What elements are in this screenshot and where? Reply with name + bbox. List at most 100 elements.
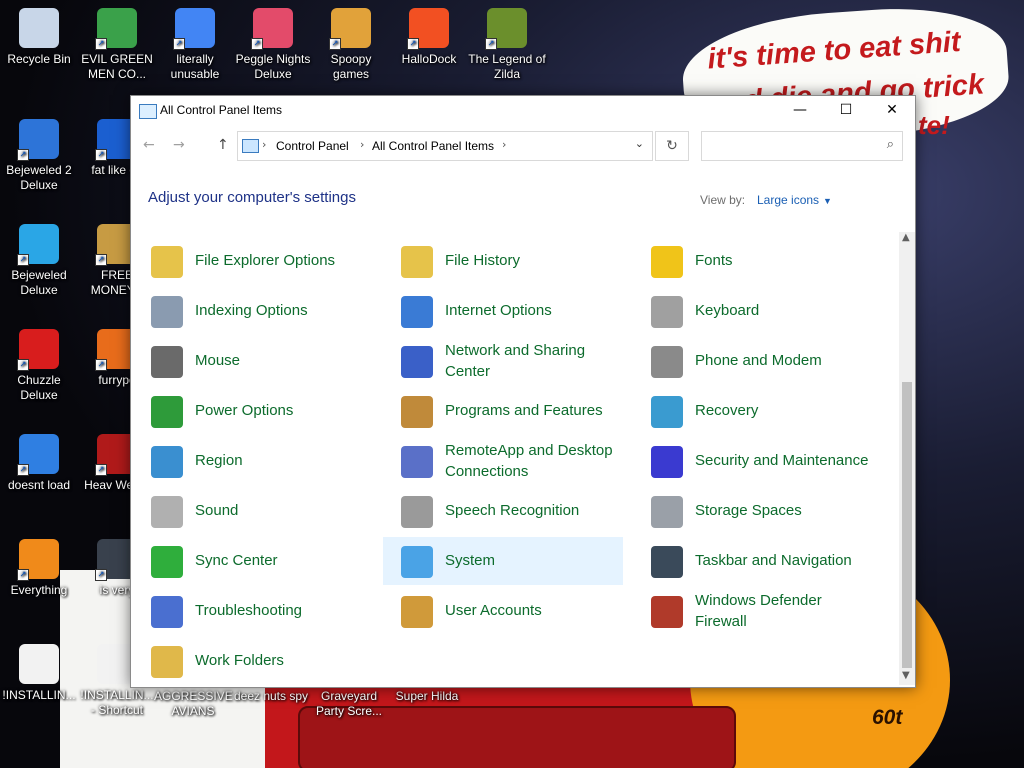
desktop-icon-label: doesnt load — [7, 478, 71, 492]
refresh-button[interactable]: ↻ — [655, 131, 689, 161]
control-panel-item[interactable]: Keyboard — [633, 287, 873, 335]
app-icon: ↗ — [485, 8, 527, 50]
control-panel-item[interactable]: Speech Recognition — [383, 487, 623, 535]
up-button[interactable]: ↑ — [217, 137, 229, 153]
breadcrumb-separator[interactable]: › — [262, 138, 266, 151]
control-panel-item[interactable]: Sound — [133, 487, 373, 535]
control-panel-item[interactable]: Security and Maintenance — [633, 437, 873, 485]
desktop-icon[interactable]: !INSTALLIN... — [0, 638, 78, 703]
control-panel-item[interactable]: Indexing Options — [133, 287, 373, 335]
desktop-icon[interactable]: ↗ Chuzzle Deluxe — [0, 323, 78, 403]
item-label: Recovery — [695, 402, 759, 419]
desktop-icon[interactable]: ↗ HalloDock — [390, 2, 468, 67]
desktop-label[interactable]: AGGRESSIVE AVIANS — [154, 689, 233, 719]
breadcrumb-separator[interactable]: › — [502, 138, 506, 151]
minimize-button[interactable]: — — [777, 96, 823, 126]
desktop-icon[interactable]: ↗ EVIL GREEN MEN CO... — [78, 2, 156, 82]
desktop-icon[interactable]: ↗ Spoopy games — [312, 2, 390, 82]
item-label: Mouse — [195, 352, 241, 369]
item-icon — [151, 546, 183, 578]
wallpaper-tag: 60t — [872, 706, 903, 729]
window-title: All Control Panel Items — [160, 103, 283, 117]
control-panel-item[interactable]: File Explorer Options — [133, 237, 373, 285]
address-dropdown-icon[interactable]: ⌄ — [635, 137, 644, 150]
control-panel-item[interactable]: Region — [133, 437, 373, 485]
shortcut-arrow-icon: ↗ — [95, 569, 107, 581]
control-panel-item[interactable]: Storage Spaces — [633, 487, 873, 535]
desktop-icon[interactable]: ↗ Bejeweled Deluxe — [0, 218, 78, 298]
shortcut-arrow-icon: ↗ — [17, 359, 29, 371]
forward-button[interactable]: → — [173, 137, 185, 153]
desktop-icon-label: Bejeweled Deluxe — [11, 268, 67, 297]
item-label: File History — [445, 252, 521, 269]
desktop-icon[interactable]: ↗ Bejeweled 2 Deluxe — [0, 113, 78, 193]
app-icon: ↗ — [17, 329, 59, 371]
title-bar[interactable]: All Control Panel Items — ☐ ✕ — [131, 96, 915, 126]
control-panel-item[interactable]: Phone and Modem — [633, 337, 873, 385]
desktop-icon[interactable]: Recycle Bin — [0, 2, 78, 67]
breadcrumb-all-items[interactable]: All Control Panel Items — [372, 139, 494, 153]
desktop-label[interactable]: deez nuts spy — [232, 689, 310, 704]
desktop-icon[interactable]: ↗ Peggle Nights Deluxe — [234, 2, 312, 82]
item-label: Storage Spaces — [695, 502, 802, 519]
desktop-icon[interactable]: ↗ doesnt load — [0, 428, 78, 493]
control-panel-item[interactable]: Taskbar and Navigation — [633, 537, 873, 585]
item-label: RemoteApp and Desktop Connections — [445, 442, 613, 480]
scroll-down-arrow[interactable]: ▼ — [902, 670, 910, 681]
item-label: File Explorer Options — [195, 252, 336, 269]
scroll-up-arrow[interactable]: ▲ — [902, 232, 910, 243]
scroll-thumb[interactable] — [902, 382, 912, 668]
control-panel-item[interactable]: Sync Center — [133, 537, 373, 585]
breadcrumb-control-panel[interactable]: Control Panel — [276, 139, 349, 153]
control-panel-item[interactable]: Power Options — [133, 387, 373, 435]
address-bar[interactable]: › Control Panel › All Control Panel Item… — [237, 131, 653, 161]
control-panel-item[interactable]: System — [383, 537, 623, 585]
maximize-button[interactable]: ☐ — [823, 96, 869, 126]
item-icon — [651, 346, 683, 378]
item-icon — [151, 496, 183, 528]
item-icon — [151, 346, 183, 378]
app-icon: ↗ — [17, 224, 59, 266]
control-panel-item[interactable]: Recovery — [633, 387, 873, 435]
back-button[interactable]: ← — [143, 137, 155, 153]
shortcut-arrow-icon: ↗ — [173, 38, 185, 50]
control-panel-item[interactable]: Programs and Features — [383, 387, 623, 435]
control-panel-item[interactable]: User Accounts — [383, 587, 623, 635]
item-label: Sound — [195, 502, 239, 519]
item-icon — [651, 546, 683, 578]
control-panel-item[interactable]: Internet Options — [383, 287, 623, 335]
desktop-icon-label: Spoopy games — [330, 52, 372, 81]
desktop-icon[interactable]: ↗ The Legend of Zilda — [468, 2, 546, 82]
close-button[interactable]: ✕ — [869, 96, 915, 126]
desktop-icon[interactable]: ↗ Everything — [0, 533, 78, 598]
app-icon: ↗ — [17, 119, 59, 161]
item-label: Phone and Modem — [695, 352, 822, 369]
breadcrumb-separator[interactable]: › — [360, 138, 364, 151]
control-panel-item[interactable]: Network and Sharing Center — [383, 337, 623, 385]
vertical-scrollbar[interactable]: ▲ ▼ — [899, 232, 915, 685]
control-panel-icon — [242, 139, 259, 153]
shortcut-arrow-icon: ↗ — [17, 149, 29, 161]
control-panel-item[interactable]: Windows Defender Firewall — [633, 587, 873, 635]
item-label: Keyboard — [695, 302, 760, 319]
item-icon — [651, 296, 683, 328]
item-icon — [401, 596, 433, 628]
desktop-label[interactable]: Super Hilda — [388, 689, 466, 704]
desktop-icon-label: literally unusable — [170, 52, 220, 81]
caret-down-icon: ▼ — [823, 196, 832, 206]
view-by-dropdown[interactable]: Large icons ▼ — [757, 193, 832, 207]
control-panel-item[interactable]: Work Folders — [133, 637, 373, 685]
shortcut-arrow-icon: ↗ — [95, 38, 107, 50]
control-panel-item[interactable]: File History — [383, 237, 623, 285]
search-input[interactable]: ⌕ — [701, 131, 903, 161]
control-panel-item[interactable]: RemoteApp and Desktop Connections — [383, 437, 623, 485]
control-panel-item[interactable]: Troubleshooting — [133, 587, 373, 635]
control-panel-item[interactable]: Fonts — [633, 237, 873, 285]
control-panel-item[interactable]: Mouse — [133, 337, 373, 385]
desktop-label[interactable]: Graveyard Party Scre... — [310, 689, 388, 719]
desktop-icon[interactable]: ↗ literally unusable — [156, 2, 234, 82]
shortcut-arrow-icon: ↗ — [485, 38, 497, 50]
desktop-icon-label: Recycle Bin — [7, 52, 71, 66]
item-icon — [401, 396, 433, 428]
item-icon — [401, 546, 433, 578]
